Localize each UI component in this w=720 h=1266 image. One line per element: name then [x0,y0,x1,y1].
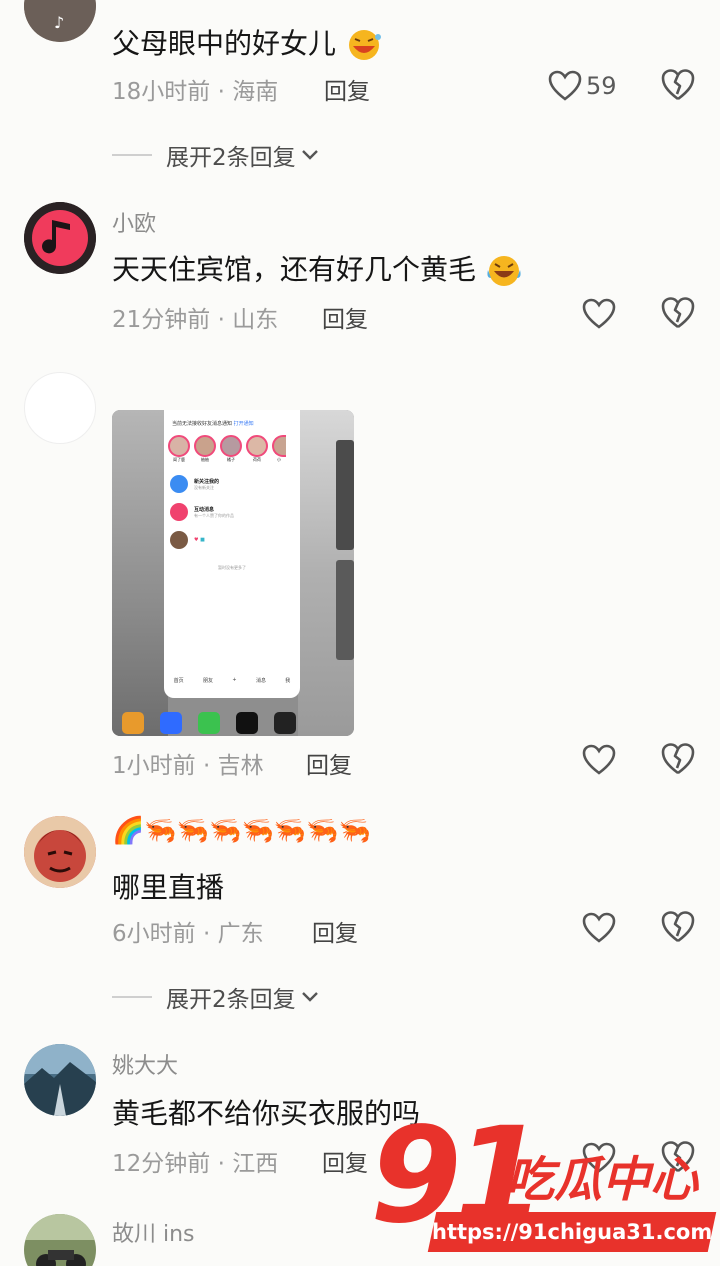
expand-replies-button[interactable]: 展开2条回复 [112,980,320,1014]
watermark-url: https://91chigua31.com [427,1212,717,1252]
photo-thumb [336,440,354,550]
divider [112,996,152,998]
music-note-icon [24,202,96,274]
comment-meta: 1小时前 · 吉林 [112,753,264,779]
bottom-tab-bar: 首页 朋友 + 消息我 [173,677,291,684]
comment-meta: 12分钟前 · 江西 [112,1151,279,1177]
reply-button[interactable]: 回复 [312,914,358,948]
message-row: 新关注我的 没有新关注 [164,463,300,493]
username[interactable]: 故川 ins [112,1216,195,1248]
username[interactable]: 姚大大 [112,1048,178,1080]
story-row: 闺了鹿 柚柚 橘子 荷荷 小 [164,427,300,463]
broken-heart-icon[interactable] [660,742,696,776]
svg-text:♪: ♪ [54,13,64,32]
heart-icon [582,912,616,943]
username[interactable]: 小欧 [112,206,156,238]
message-row: 互动消息 有一个人赞了你的作品 [164,493,300,521]
watermark-name: 吃瓜中心 [506,1152,699,1208]
like-count: 59 [586,72,617,100]
like-button[interactable]: 59 [548,68,617,104]
comment-meta: 18小时前 · 海南 [112,79,279,105]
tears-of-joy-emoji-icon [487,256,521,286]
motorcycle-avatar-icon [24,1214,96,1266]
divider [112,154,152,156]
chevron-down-icon [301,992,318,1002]
comment-text: 哪里直播 [112,871,225,904]
reply-button[interactable]: 回复 [322,300,368,334]
blurred-background [112,410,168,736]
heart-icon [582,744,616,775]
comment-text: 天天住宾馆，还有好几个黄毛 [112,248,523,288]
comment-meta: 6小时前 · 广东 [112,921,264,947]
tiktok-icon: ♪ [24,0,96,42]
app-card: 当前无法接收好友消息通知 打开通知 闺了鹿 柚柚 橘子 荷荷 小 新关注我的 没有… [164,410,300,698]
like-button[interactable] [582,296,616,332]
broken-heart-icon[interactable] [660,910,696,944]
username[interactable]: 🌈🦐🦐🦐🦐🦐🦐🦐 [112,816,371,846]
empty-note: 暂时没有更多了 [218,565,246,570]
avatar[interactable] [24,1214,96,1266]
landscape-avatar-icon [24,1044,96,1116]
reply-button[interactable]: 回复 [306,746,352,780]
broken-heart-icon[interactable] [660,296,696,330]
reply-button[interactable]: 回复 [322,1144,368,1178]
like-button[interactable] [582,742,616,778]
expand-replies-button[interactable]: 展开2条回复 [112,138,320,172]
comment-meta: 21分钟前 · 山东 [112,307,279,333]
like-button[interactable] [582,910,616,946]
reply-button[interactable]: 回复 [324,72,370,106]
photo-thumb [336,560,354,660]
heart-icon [548,70,582,101]
notification-banner: 当前无法接收好友消息通知 打开通知 [172,421,254,427]
avatar[interactable] [24,372,96,444]
broken-heart-icon[interactable] [660,68,696,102]
laughing-emoji-icon [348,30,381,60]
watermark-logo: 91 吃瓜中心 https://91chigua31.com [370,1110,720,1266]
avatar[interactable]: ♪ [24,0,96,42]
message-row: ♥ ■ [164,521,300,549]
avatar[interactable] [24,816,96,888]
dock [112,710,354,736]
avatar[interactable] [24,1044,96,1116]
comment-image[interactable]: 当前无法接收好友消息通知 打开通知 闺了鹿 柚柚 橘子 荷荷 小 新关注我的 没有… [112,410,354,736]
comment-text: 父母眼中的好女儿 [112,22,383,62]
heart-icon [582,298,616,329]
cartoon-avatar-icon [24,816,96,888]
chevron-down-icon [301,150,318,160]
avatar[interactable] [24,202,96,274]
